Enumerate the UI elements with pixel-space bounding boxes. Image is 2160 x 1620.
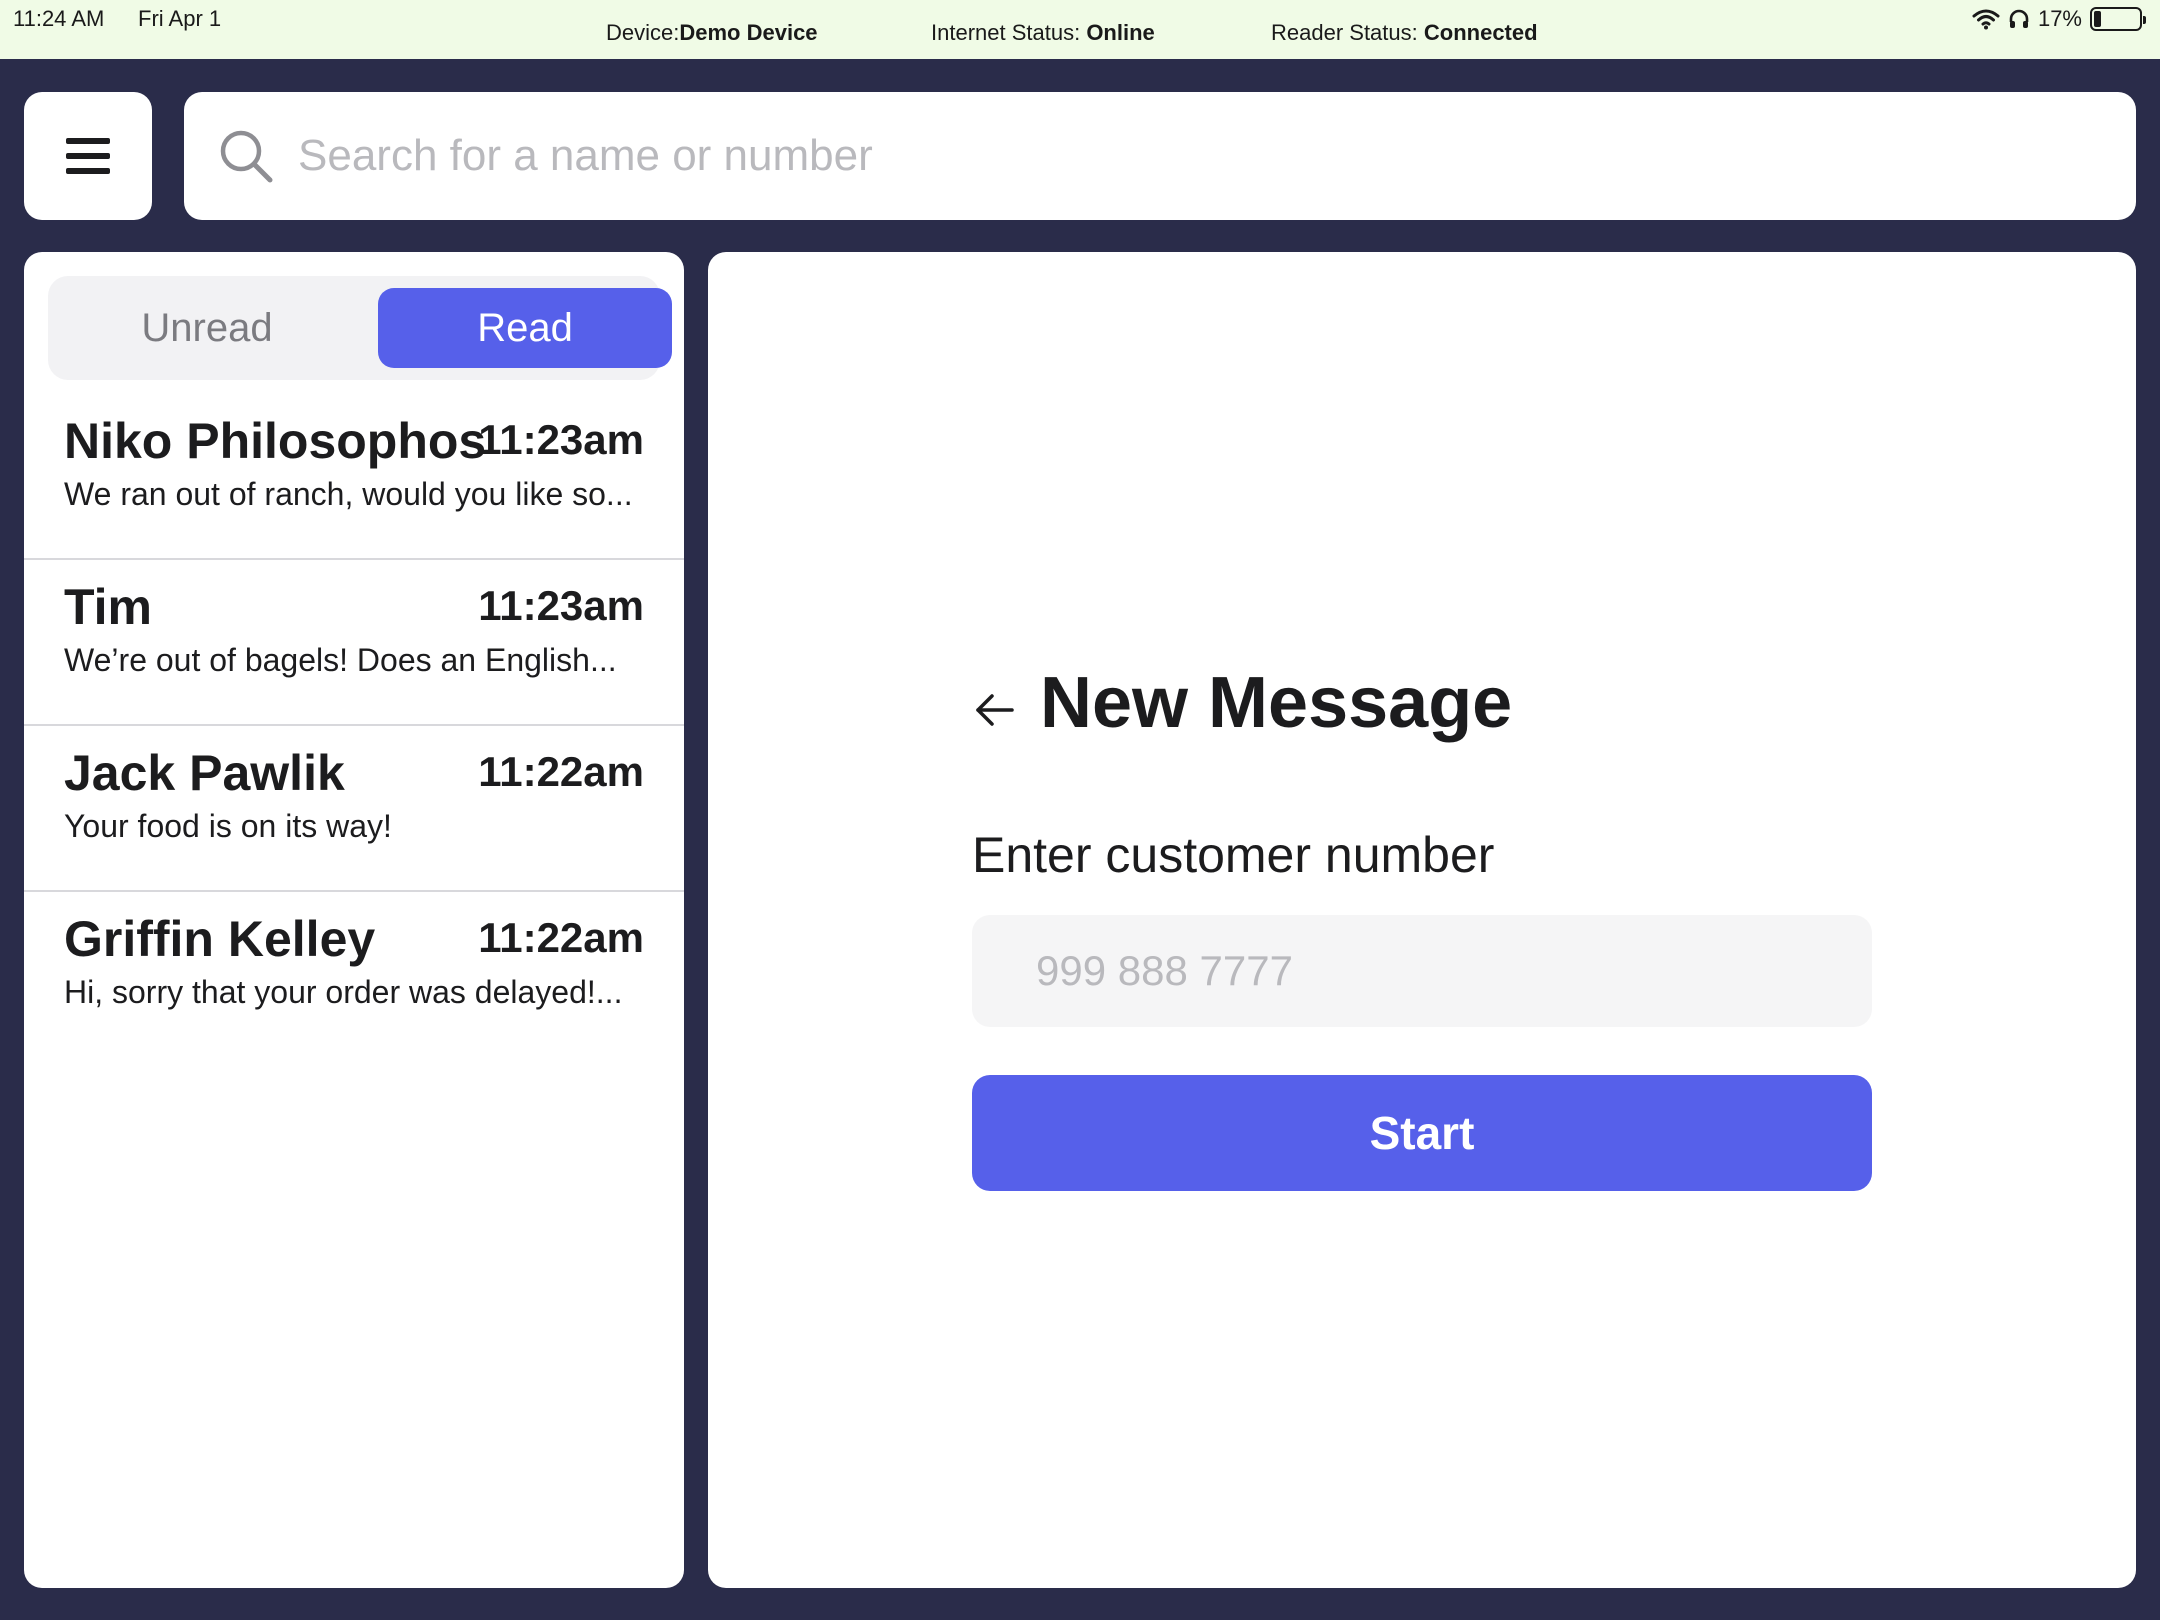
reader-label: Reader Status: [1271,20,1424,45]
date: Fri Apr 1 [138,6,222,31]
clock: 11:24 AM [13,6,105,31]
conversation-list: Niko Philosophos 11:23am We ran out of r… [24,394,684,1058]
conversation-time: 11:23am [478,416,644,463]
tab-unread[interactable]: Unread [60,288,354,368]
start-button[interactable]: Start [972,1075,1872,1191]
internet-status: Internet Status: Online [931,20,1155,46]
conversation-time: 11:23am [478,582,644,629]
conversation-item[interactable]: Niko Philosophos 11:23am We ran out of r… [24,394,684,560]
conversation-name: Niko Philosophos [64,413,487,469]
hamburger-icon [66,138,110,174]
reader-status: Reader Status: Connected [1271,20,1538,46]
conversation-name: Griffin Kelley [64,911,376,967]
conversation-time: 11:22am [478,748,644,795]
device-label: Device: [606,20,680,45]
conversation-item[interactable]: Griffin Kelley 11:22am Hi, sorry that yo… [24,892,684,1058]
read-filter-tabs: Unread Read [48,276,672,380]
conversation-name: Jack Pawlik [64,745,345,801]
new-message-panel: New Message Enter customer number Start [708,252,2136,1588]
customer-number-input[interactable] [972,915,1872,1027]
battery-percent: 17% [2037,6,2082,31]
status-bar: 11:24 AM Fri Apr 1 Device:Demo Device In… [0,0,2160,59]
search-bar[interactable] [184,92,2136,220]
battery-fill [2094,11,2102,27]
conversation-item[interactable]: Jack Pawlik 11:22am Your food is on its … [24,726,684,892]
tab-read[interactable]: Read [378,288,672,368]
conversation-preview: Hi, sorry that your order was delayed!..… [64,974,623,1010]
search-icon [220,130,273,183]
device-value: Demo Device [679,20,818,45]
battery-icon [2090,7,2146,31]
page-title: New Message [1040,663,1513,743]
menu-button[interactable] [24,92,152,220]
conversation-preview: Your food is on its way! [64,808,392,844]
wifi-icon [1972,9,2000,30]
conversation-item[interactable]: Tim 11:23am We’re out of bagels! Does an… [24,560,684,726]
conversation-name: Tim [64,579,152,635]
search-input[interactable] [298,131,1998,181]
internet-label: Internet Status: [931,20,1087,45]
back-arrow-icon[interactable] [966,680,1026,740]
device-status: Device:Demo Device [606,20,818,46]
conversation-time: 11:22am [478,914,644,961]
conversation-panel: Unread Read Niko Philosophos 11:23am We … [24,252,684,1588]
internet-value: Online [1086,20,1155,45]
conversation-preview: We ran out of ranch, would you like so..… [64,476,633,512]
customer-number-label: Enter customer number [972,827,1495,883]
headphones-icon [2009,9,2029,28]
conversation-preview: We’re out of bagels! Does an English... [64,642,617,678]
reader-value: Connected [1423,20,1538,45]
status-icons: 17% [1972,6,2146,32]
